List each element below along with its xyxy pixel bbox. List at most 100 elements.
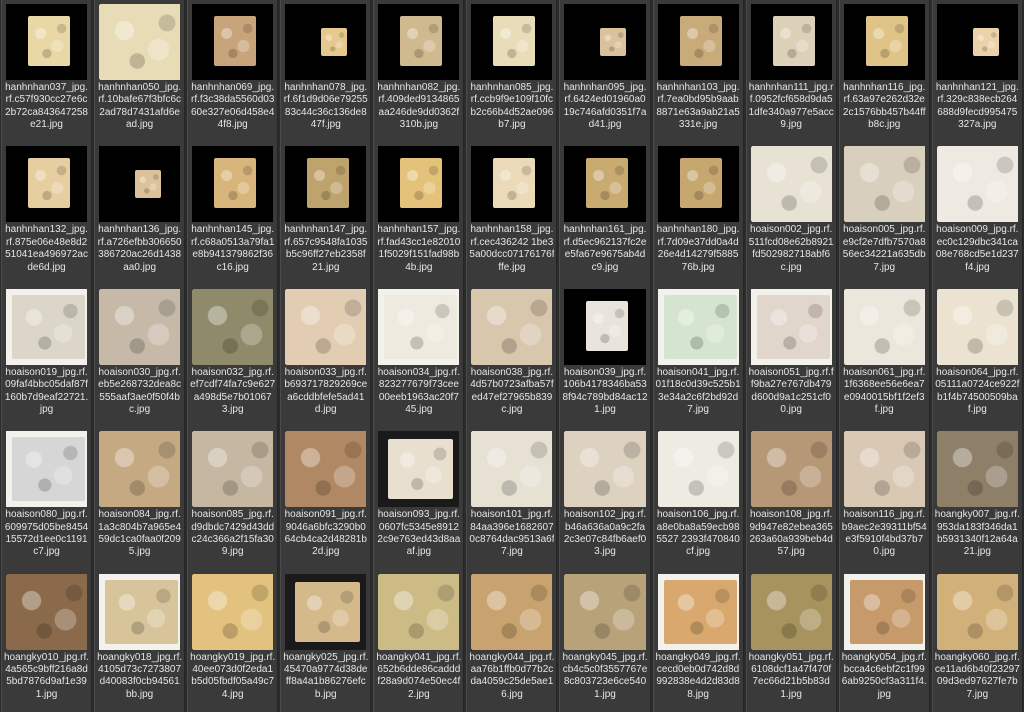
file-thumbnail-tile[interactable]: hanhnhan082_jpg.rf.409ded9134865aa246de9…	[373, 0, 465, 143]
file-thumbnail-tile[interactable]: hanhnhan157_jpg.rf.fad43cc1e820101f5029f…	[373, 142, 465, 285]
thumbnail-image	[378, 431, 460, 508]
file-thumbnail-tile[interactable]: hoangky019_jpg.rf.40ee073d0f2eda1b5d05fb…	[187, 569, 279, 712]
thumbnail-content	[471, 431, 553, 508]
file-thumbnail-tile[interactable]: hanhnhan078_jpg.rf.6f1d9d06e7925583c44c3…	[280, 0, 372, 143]
thumbnail-content	[12, 294, 85, 359]
thumbnail-content	[564, 431, 646, 508]
file-name-label: hoangky044_jpg.rf.aa76b1ffb0d77b2cda4059…	[469, 651, 555, 700]
file-thumbnail-tile[interactable]: hoangky007_jpg.rf.953da183f346da1b593134…	[931, 427, 1023, 570]
thumbnail-image	[99, 4, 181, 80]
file-thumbnail-tile[interactable]: hanhnhan180_jpg.rf.7d09e37dd0a4d26e4d142…	[652, 142, 744, 285]
thumbnail-image	[378, 4, 460, 80]
thumbnail-image	[564, 288, 646, 365]
file-thumbnail-tile[interactable]: hoangky054_jpg.rf.bcca4c6ebf2c1f996ab925…	[838, 569, 930, 712]
file-thumbnail-tile[interactable]: hoaison093_jpg.rf.0607fc5345e89122c9e763…	[373, 427, 465, 570]
file-name-label: hanhnhan085_jpg.rf.ccb9f9e109f10fcb2c66b…	[470, 82, 554, 131]
file-thumbnail-tile[interactable]: hoaison041_jpg.rf.01f18c0d39c525b13e34a2…	[652, 284, 744, 428]
thumbnail-content	[493, 16, 536, 66]
file-thumbnail-tile[interactable]: hanhnhan136_jpg.rf.a726efbb306650386720a…	[94, 142, 186, 285]
file-thumbnail-tile[interactable]: hanhnhan132_jpg.rf.875e06e48e8d251041ea4…	[1, 142, 93, 285]
thumbnail-image	[657, 288, 739, 365]
thumbnail-content	[936, 288, 1018, 365]
file-name-label: hoaison106_jpg.rf.a8e0ba8a59ecb985527 23…	[656, 509, 740, 558]
file-thumbnail-tile[interactable]: hanhnhan145_jpg.rf.c68a0513a79fa1e8b9413…	[187, 142, 279, 285]
file-thumbnail-tile[interactable]: hoaison009_jpg.rf.ec0c129dbc341ca08e768c…	[931, 142, 1023, 285]
file-thumbnail-tile[interactable]: hoaison005_jpg.rf.e9cf2e7dfb7570a856ec34…	[838, 142, 930, 285]
thumbnail-image	[99, 573, 181, 650]
file-thumbnail-grid: hanhnhan037_jpg.rf.c57f930cc27e6c2b72ca8…	[0, 0, 1024, 712]
file-thumbnail-tile[interactable]: hoangky049_jpg.rf.cecd0eb0d742d8d992838e…	[652, 569, 744, 712]
file-thumbnail-tile[interactable]: hoangky010_jpg.rf.4a565c9bff216a8d5bd787…	[1, 569, 93, 712]
thumbnail-content	[400, 158, 443, 209]
file-thumbnail-tile[interactable]: hanhnhan111_jpg.rf.0952fcf658d9da51dfe34…	[745, 0, 837, 143]
file-thumbnail-tile[interactable]: hoangky045_jpg.rf.cb4c5c0f3557767e8c8037…	[559, 569, 651, 712]
file-thumbnail-tile[interactable]: hoangky060_jpg.rf.ce11ad6b40f2329709d3ed…	[931, 569, 1023, 712]
file-name-label: hoangky060_jpg.rf.ce11ad6b40f2329709d3ed…	[934, 651, 1020, 700]
thumbnail-content	[865, 16, 908, 66]
thumbnail-image	[99, 146, 181, 223]
file-thumbnail-tile[interactable]: hanhnhan103_jpg.rf.7ea0bd95b9aab8871e63a…	[652, 0, 744, 143]
file-name-label: hoaison064_jpg.rf.05111a0724ce922fb1f4b7…	[935, 366, 1020, 415]
file-thumbnail-tile[interactable]: hoangky041_jpg.rf.652b6dde86caddd f28a9d…	[373, 569, 465, 712]
file-name-label: hoaison009_jpg.rf.ec0c129dbc341ca08e768c…	[935, 224, 1019, 273]
thumbnail-image	[657, 4, 739, 80]
file-thumbnail-tile[interactable]: hanhnhan050_jpg.rf.10bafe67f3bfc6c2ad78d…	[94, 0, 186, 143]
file-thumbnail-tile[interactable]: hoaison034_jpg.rf.823277679f73cee00eeb19…	[373, 284, 465, 428]
file-thumbnail-tile[interactable]: hoaison091_jpg.rf.9046a6bfc3290b064cb4ca…	[280, 427, 372, 570]
file-thumbnail-tile[interactable]: hanhnhan037_jpg.rf.c57f930cc27e6c2b72ca8…	[1, 0, 93, 143]
file-thumbnail-tile[interactable]: hanhnhan069_jpg.rf.f3c38da5560d0360e327e…	[187, 0, 279, 143]
file-thumbnail-tile[interactable]: hoangky018_jpg.rf.4105d73c7273807d40083f…	[94, 569, 186, 712]
file-thumbnail-tile[interactable]: hoangky051_jpg.rf.6108dcf1a47f470f7ec66d…	[745, 569, 837, 712]
thumbnail-content	[192, 573, 274, 650]
thumbnail-content	[936, 431, 1018, 508]
thumbnail-image	[378, 573, 460, 650]
file-thumbnail-tile[interactable]: hanhnhan116_jpg.rf.63a97e262d32e2c1576bb…	[838, 0, 930, 143]
thumbnail-content	[192, 431, 274, 508]
file-name-label: hoaison116_jpg.rf.b9aec2e39311bf54e3f591…	[841, 509, 927, 558]
file-thumbnail-tile[interactable]: hoaison061_jpg.rf.1f6368ee56e6ea7e094001…	[838, 284, 930, 428]
file-thumbnail-tile[interactable]: hoaison002_jpg.rf.511fcd08e62b8921fd5029…	[745, 142, 837, 285]
thumbnail-image	[843, 288, 925, 365]
file-thumbnail-tile[interactable]: hoaison116_jpg.rf.b9aec2e39311bf54e3f591…	[838, 427, 930, 570]
file-thumbnail-tile[interactable]: hoaison102_jpg.rf.b46a636a0a9c2fa2c3e07c…	[559, 427, 651, 570]
file-thumbnail-tile[interactable]: hoaison039_jpg.rf.106b4178346ba538f94c78…	[559, 284, 651, 428]
thumbnail-content	[493, 158, 536, 209]
file-thumbnail-tile[interactable]: hoaison101_jpg.rf.84aa396e16826070c8764d…	[466, 427, 558, 570]
thumbnail-image	[285, 431, 367, 508]
thumbnail-content	[12, 437, 85, 502]
file-thumbnail-tile[interactable]: hanhnhan147_jpg.rf.657c9548fa1035b5c96ff…	[280, 142, 372, 285]
file-thumbnail-tile[interactable]: hanhnhan085_jpg.rf.ccb9f9e109f10fcb2c66b…	[466, 0, 558, 143]
file-thumbnail-tile[interactable]: hanhnhan161_jpg.rf.d5ec962137fc2ee5fa67e…	[559, 142, 651, 285]
file-thumbnail-tile[interactable]: hoaison038_jpg.rf.4d57b0723afba57fed47ef…	[466, 284, 558, 428]
file-thumbnail-tile[interactable]: hoaison019_jpg.rf.09faf4bbc05daf87f160b7…	[1, 284, 93, 428]
file-thumbnail-tile[interactable]: hoaison080_jpg.rf.609975d05be845415572d1…	[1, 427, 93, 570]
file-thumbnail-tile[interactable]: hoaison106_jpg.rf.a8e0ba8a59ecb985527 23…	[652, 427, 744, 570]
file-name-label: hoaison085_jpg.rf.d9dbdc7429d43ddc24c366…	[191, 509, 275, 558]
file-thumbnail-tile[interactable]: hoangky025_jpg.rf.45470a9774d38deff8a4a1…	[280, 569, 372, 712]
thumbnail-image	[843, 4, 925, 80]
file-thumbnail-tile[interactable]: hoaison108_jpg.rf.9d947e82ebea365263a60a…	[745, 427, 837, 570]
file-thumbnail-tile[interactable]: hoaison032_jpg.rf.ef7cdf74fa7c9e627a498d…	[187, 284, 279, 428]
file-thumbnail-tile[interactable]: hoaison064_jpg.rf.05111a0724ce922fb1f4b7…	[931, 284, 1023, 428]
thumbnail-image	[6, 288, 88, 365]
thumbnail-image	[6, 431, 88, 508]
file-thumbnail-tile[interactable]: hanhnhan095_jpg.rf.6424ed01960a019c746af…	[559, 0, 651, 143]
thumbnail-image	[471, 431, 553, 508]
file-name-label: hoangky049_jpg.rf.cecd0eb0d742d8d992838e…	[655, 651, 741, 700]
file-thumbnail-tile[interactable]: hoaison030_jpg.rf.eb5e268732dea8c555aaf3…	[94, 284, 186, 428]
thumbnail-image	[378, 146, 460, 223]
file-thumbnail-tile[interactable]: hoaison033_jpg.rf.b693717829269cea6cddbf…	[280, 284, 372, 428]
thumbnail-image	[564, 146, 646, 223]
file-name-label: hoangky051_jpg.rf.6108dcf1a47f470f7ec66d…	[748, 651, 834, 700]
file-thumbnail-tile[interactable]: hoaison085_jpg.rf.d9dbdc7429d43ddc24c366…	[187, 427, 279, 570]
thumbnail-image	[192, 573, 274, 650]
file-thumbnail-tile[interactable]: hanhnhan121_jpg.rf.329c838ecb264688d9fec…	[931, 0, 1023, 143]
file-thumbnail-tile[interactable]: hanhnhan158_jpg.rf.cec436242 1be35a00dcc…	[466, 142, 558, 285]
thumbnail-image	[471, 4, 553, 80]
thumbnail-content	[600, 28, 627, 56]
thumbnail-content	[285, 431, 367, 508]
thumbnail-content	[388, 439, 454, 500]
file-thumbnail-tile[interactable]: hoaison051_jpg.rf.ff9ba27e767db479d600d9…	[745, 284, 837, 428]
file-thumbnail-tile[interactable]: hoangky044_jpg.rf.aa76b1ffb0d77b2cda4059…	[466, 569, 558, 712]
file-thumbnail-tile[interactable]: hoaison084_jpg.rf.1a3c804b7a965e459dc1ca…	[94, 427, 186, 570]
